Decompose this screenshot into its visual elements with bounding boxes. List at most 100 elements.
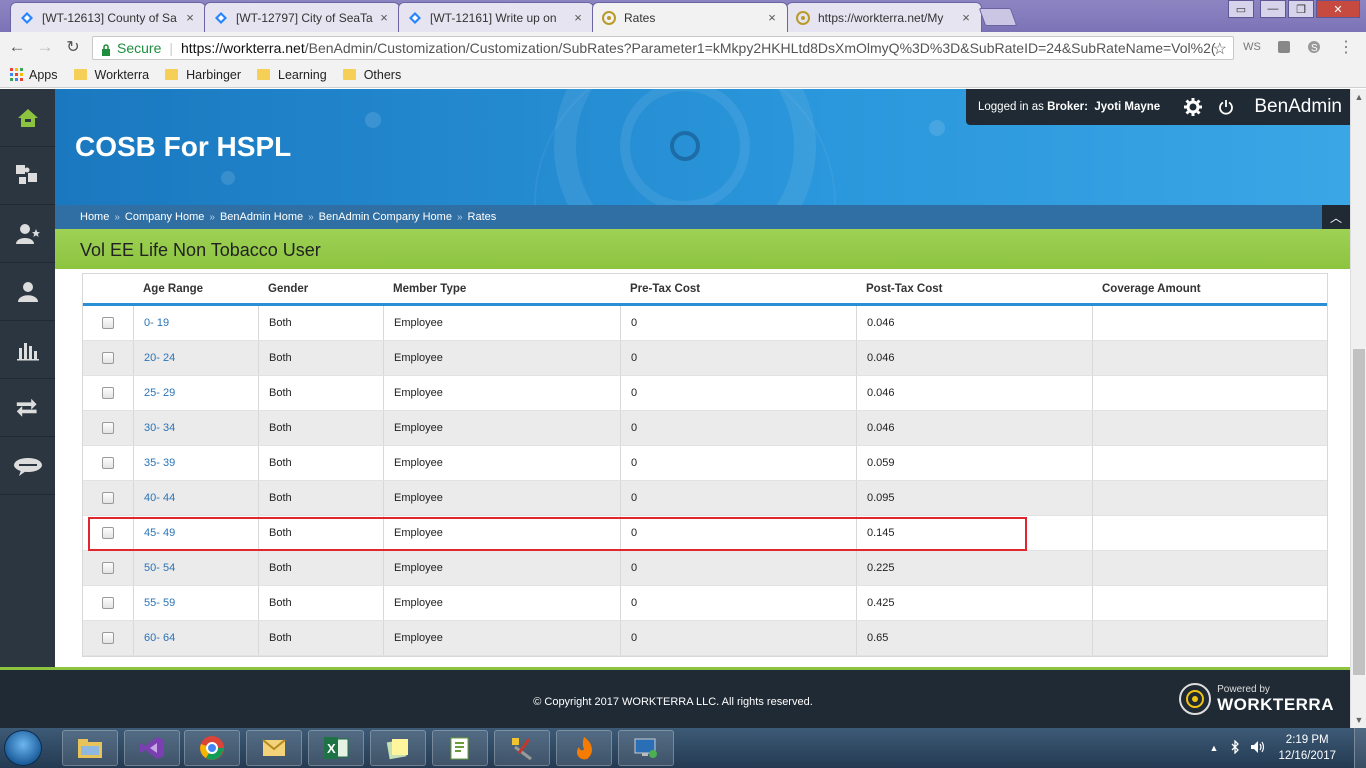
start-button[interactable] (4, 730, 42, 766)
age-range-link[interactable]: 55- 59 (133, 586, 258, 620)
new-tab-button[interactable] (978, 8, 1018, 26)
restore-button[interactable]: ❐ (1288, 0, 1314, 18)
breadcrumb-link[interactable]: BenAdmin Home (220, 211, 303, 223)
user-name: Jyoti Mayne (1094, 101, 1161, 113)
table-row[interactable]: 35- 39 Both Employee 0 0.059 (83, 446, 1327, 481)
close-window-button[interactable]: ✕ (1316, 0, 1360, 18)
column-header[interactable]: Pre-Tax Cost (620, 283, 856, 295)
minimize-button[interactable]: — (1260, 0, 1286, 18)
transfer-arrows-icon (16, 398, 37, 417)
browser-tab[interactable]: [WT-12797] City of SeaTa × (204, 2, 400, 32)
collapse-header-icon[interactable]: ︿ (1322, 205, 1350, 229)
table-row[interactable]: 50- 54 Both Employee 0 0.225 (83, 551, 1327, 586)
column-header[interactable]: Gender (258, 283, 383, 295)
row-checkbox[interactable] (102, 492, 114, 504)
age-range-link[interactable]: 50- 54 (133, 551, 258, 585)
tab-close-icon[interactable]: × (377, 10, 391, 25)
browser-tab-active[interactable]: Rates × (592, 2, 788, 32)
age-range-link[interactable]: 25- 29 (133, 376, 258, 410)
volume-icon[interactable] (1250, 740, 1266, 757)
row-checkbox[interactable] (102, 457, 114, 469)
scroll-down-icon[interactable]: ▼ (1351, 712, 1366, 728)
reload-icon[interactable]: ↻ (63, 37, 83, 57)
column-header[interactable]: Post-Tax Cost (856, 283, 1092, 295)
address-bar[interactable]: Secure | https://workterra.net/BenAdmin/… (92, 36, 1234, 60)
age-range-link[interactable]: 20- 24 (133, 341, 258, 375)
extension-square-icon[interactable] (1276, 39, 1292, 55)
power-logout-icon[interactable] (1218, 99, 1234, 115)
breadcrumb-link[interactable]: Home (80, 211, 109, 223)
browser-tab[interactable]: https://workterra.net/My × (786, 2, 982, 32)
bluetooth-icon[interactable] (1230, 738, 1240, 757)
tray-expand-icon[interactable]: ▲ (1210, 743, 1219, 753)
table-row[interactable]: 60- 64 Both Employee 0 0.65 (83, 621, 1327, 656)
row-checkbox[interactable] (102, 597, 114, 609)
age-range-link[interactable]: 40- 44 (133, 481, 258, 515)
excel-icon[interactable]: X (308, 730, 364, 766)
bookmark-apps[interactable]: Apps (10, 68, 58, 82)
tab-close-icon[interactable]: × (765, 10, 779, 25)
tab-close-icon[interactable]: × (183, 10, 197, 25)
table-row[interactable]: 55- 59 Both Employee 0 0.425 (83, 586, 1327, 621)
nav-reports[interactable] (0, 321, 55, 379)
menu-icon[interactable]: ⋮ (1338, 39, 1354, 56)
nav-employees[interactable] (0, 263, 55, 321)
bookmark-folder[interactable]: Others (342, 68, 401, 82)
table-cell-coverage (1092, 586, 1327, 620)
notepad-plus-icon[interactable] (432, 730, 488, 766)
browser-tab[interactable]: [WT-12613] County of Sa × (10, 2, 206, 32)
row-checkbox[interactable] (102, 562, 114, 574)
taskbar-clock[interactable]: 2:19 PM 12/16/2017 (1278, 732, 1336, 764)
remote-desktop-icon[interactable] (618, 730, 674, 766)
row-checkbox[interactable] (102, 352, 114, 364)
scroll-up-icon[interactable]: ▲ (1351, 89, 1366, 105)
breadcrumb-link[interactable]: BenAdmin Company Home (319, 211, 452, 223)
page-scrollbar[interactable]: ▲ ▼ (1350, 89, 1366, 728)
age-range-link[interactable]: 60- 64 (133, 621, 258, 655)
row-checkbox[interactable] (102, 632, 114, 644)
back-icon[interactable]: ← (7, 37, 27, 57)
scroll-thumb[interactable] (1353, 349, 1365, 675)
age-range-link[interactable]: 30- 34 (133, 411, 258, 445)
table-row[interactable]: 25- 29 Both Employee 0 0.046 (83, 376, 1327, 411)
age-range-link[interactable]: 0- 19 (133, 306, 258, 340)
row-checkbox[interactable] (102, 317, 114, 329)
table-cell-post: 0.425 (856, 586, 1092, 620)
browser-tab[interactable]: [WT-12161] Write up on × (398, 2, 594, 32)
visual-studio-icon[interactable] (124, 730, 180, 766)
row-checkbox[interactable] (102, 422, 114, 434)
bookmark-folder[interactable]: Harbinger (165, 68, 241, 82)
chrome-icon[interactable] (184, 730, 240, 766)
skype-icon[interactable]: S (1306, 39, 1322, 55)
nav-home[interactable] (0, 89, 55, 147)
tab-close-icon[interactable]: × (571, 10, 585, 25)
table-row[interactable]: 20- 24 Both Employee 0 0.046 (83, 341, 1327, 376)
table-row[interactable]: 0- 19 Both Employee 0 0.046 (83, 306, 1327, 341)
row-checkbox[interactable] (102, 387, 114, 399)
forward-icon[interactable]: → (35, 37, 55, 57)
settings-gear-icon[interactable] (1184, 98, 1203, 116)
nav-messages[interactable] (0, 437, 55, 495)
bookmark-folder[interactable]: Workterra (73, 68, 149, 82)
nav-transfer[interactable] (0, 379, 55, 437)
show-desktop-button[interactable] (1354, 728, 1366, 768)
column-header[interactable]: Age Range (133, 283, 258, 295)
nav-user-favorites[interactable] (0, 205, 55, 263)
column-header[interactable]: Member Type (383, 283, 620, 295)
firefox-like-icon[interactable] (556, 730, 612, 766)
tab-close-icon[interactable]: × (959, 10, 973, 25)
table-row[interactable]: 40- 44 Both Employee 0 0.095 (83, 481, 1327, 516)
age-range-link[interactable]: 35- 39 (133, 446, 258, 480)
sticky-notes-icon[interactable] (370, 730, 426, 766)
extension-ws-icon[interactable]: WS (1243, 39, 1261, 55)
nav-customization[interactable] (0, 147, 55, 205)
user-profile-icon[interactable]: ▭ (1228, 0, 1254, 18)
breadcrumb-link[interactable]: Company Home (125, 211, 204, 223)
outlook-icon[interactable] (246, 730, 302, 766)
column-header[interactable]: Coverage Amount (1092, 283, 1327, 295)
bookmark-folder[interactable]: Learning (257, 68, 327, 82)
table-row[interactable]: 30- 34 Both Employee 0 0.046 (83, 411, 1327, 446)
bookmark-star-icon[interactable]: ☆ (1213, 39, 1227, 59)
file-explorer-icon[interactable] (62, 730, 118, 766)
tools-icon[interactable] (494, 730, 550, 766)
